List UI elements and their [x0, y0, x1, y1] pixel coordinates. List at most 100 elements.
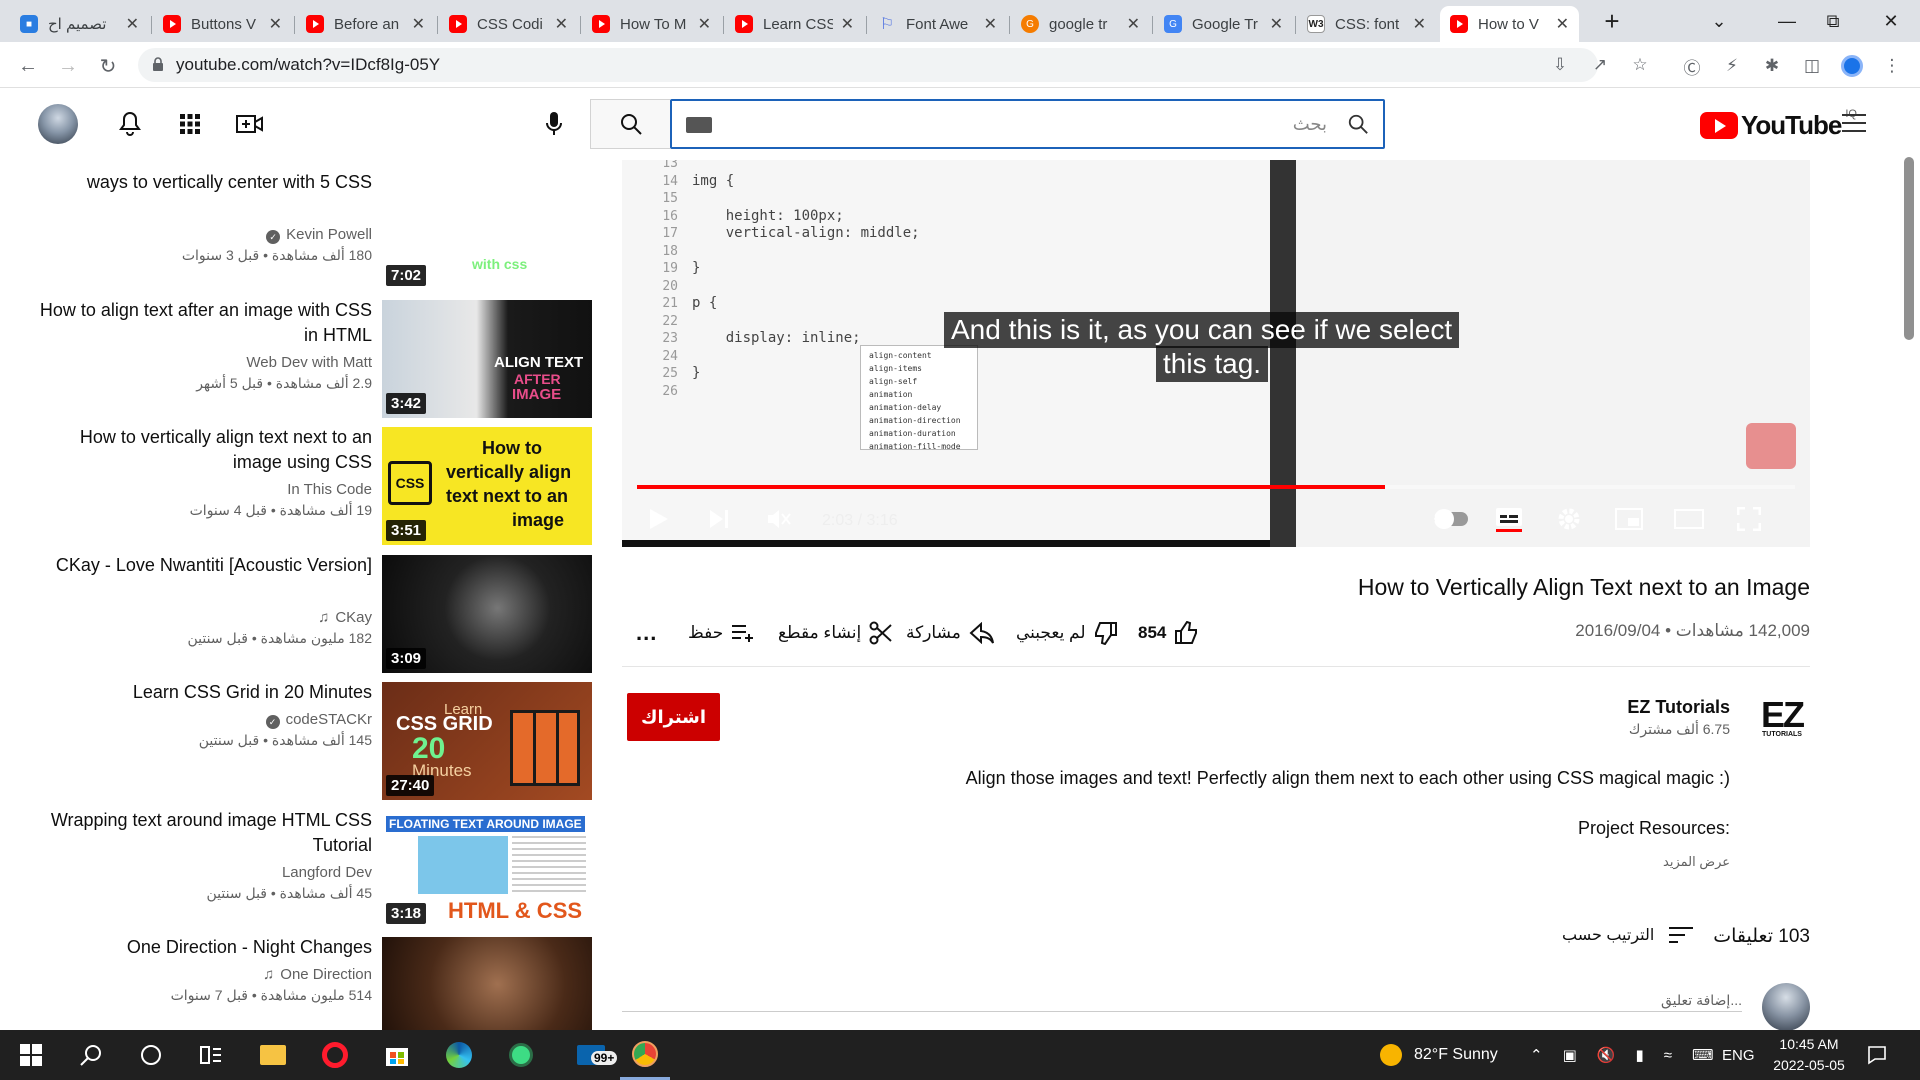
restore-icon[interactable]: ⧉ [1804, 0, 1862, 42]
browser-tab[interactable]: Buttons V ✕ [153, 6, 292, 42]
video-thumbnail[interactable]: How to vertically align text next to an ima… [382, 427, 592, 545]
mail-icon[interactable]: 99+ [566, 1030, 618, 1080]
recommended-video[interactable]: How to vertically align text next to an ima… [0, 415, 600, 545]
recommended-video[interactable]: Learn CSS GRID 20 Minutes 27:40 Learn CSS Gri… [0, 670, 600, 800]
tray-chevron-icon[interactable]: ⌃ [1530, 1046, 1543, 1064]
extensions-puzzle-icon[interactable]: ✱ [1760, 54, 1784, 78]
close-tab-icon[interactable]: ✕ [555, 14, 568, 34]
recommended-video[interactable]: center vertically with css 7:02 ways to vert… [0, 160, 600, 286]
channel-name[interactable]: Langford Dev [42, 864, 372, 881]
windows-start-icon[interactable] [6, 1030, 56, 1080]
account-avatar[interactable] [38, 104, 78, 144]
fullscreen-icon[interactable] [1732, 502, 1766, 536]
video-player[interactable]: 13 14 img {15 16 height: 100px; 17 vertical-… [622, 160, 1810, 547]
tray-device-icon[interactable]: ▣ [1563, 1046, 1577, 1064]
recommended-video-title[interactable]: How to align text after an image with CS… [32, 298, 372, 348]
progress-bar[interactable] [637, 485, 1795, 489]
notifications-icon[interactable] [1852, 1030, 1902, 1080]
video-thumbnail[interactable]: 3:09 [382, 554, 592, 673]
recommended-video-title[interactable]: Wrapping text around image HTML CSS Tuto… [32, 808, 372, 858]
theater-mode-icon[interactable] [1672, 502, 1706, 536]
taskbar-search-icon[interactable] [66, 1030, 116, 1080]
recommended-video[interactable]: FLOATING TEXT AROUND IMAGE HTML & CSS 3:18… [0, 798, 600, 928]
create-video-icon[interactable] [236, 110, 264, 138]
apps-grid-icon[interactable] [176, 110, 204, 138]
tab-search-icon[interactable]: ⌄ [1690, 0, 1748, 42]
channel-name[interactable]: ♫ CKay [42, 609, 372, 626]
channel-avatar[interactable]: EZ TUTORIALS [1755, 693, 1809, 743]
channel-name[interactable]: EZ Tutorials [1627, 697, 1730, 718]
side-panel-icon[interactable]: ◫ [1800, 54, 1824, 78]
close-tab-icon[interactable]: ✕ [1127, 14, 1140, 34]
recommended-video[interactable]: One Direction - Night Changes ♫ One Direct… [0, 925, 600, 1030]
close-tab-icon[interactable]: ✕ [698, 14, 711, 34]
channel-name[interactable]: ✓ codeSTACKr [42, 711, 372, 729]
android-studio-icon[interactable] [496, 1030, 546, 1080]
back-arrow-icon[interactable]: ← [14, 52, 42, 80]
extension-c-icon[interactable]: Ⓒ [1680, 54, 1704, 78]
subscribe-watermark-icon[interactable] [1746, 423, 1796, 469]
video-thumbnail[interactable]: ALIGN TEXT AFTER IMAGE 3:42 [382, 299, 592, 418]
search-button[interactable] [590, 99, 670, 149]
extension-bolt-icon[interactable]: ⚡ [1720, 54, 1744, 78]
keyboard-icon[interactable] [686, 117, 712, 133]
browser-tab[interactable]: G Google Tr ✕ [1154, 6, 1293, 42]
browser-tab[interactable]: Before an ✕ [296, 6, 435, 42]
bookmark-star-icon[interactable]: ☆ [1628, 53, 1652, 77]
video-thumbnail[interactable]: FLOATING TEXT AROUND IMAGE HTML & CSS 3:18 [382, 809, 592, 928]
close-window-icon[interactable]: ✕ [1862, 0, 1920, 42]
channel-name[interactable]: Web Dev with Matt [42, 354, 372, 371]
microphone-icon[interactable] [540, 110, 568, 138]
miniplayer-icon[interactable] [1612, 502, 1646, 536]
profile-icon[interactable] [1840, 54, 1864, 78]
subtitles-icon[interactable] [1492, 502, 1526, 536]
browser-tab[interactable]: How to V ✕ [1440, 6, 1579, 42]
close-tab-icon[interactable]: ✕ [269, 14, 282, 34]
video-thumbnail[interactable] [382, 937, 592, 1030]
guide-menu-icon[interactable] [1842, 114, 1866, 134]
muted-volume-icon[interactable] [762, 502, 796, 536]
youtube-logo[interactable]: YouTube IQ [1700, 108, 1857, 141]
show-more-link[interactable]: عرض المزيد [1663, 854, 1730, 870]
browser-tab[interactable]: How To M ✕ [582, 6, 721, 42]
file-explorer-icon[interactable] [248, 1030, 298, 1080]
recommended-video[interactable]: ALIGN TEXT AFTER IMAGE 3:42 How to align tex… [0, 288, 600, 418]
chrome-menu-icon[interactable]: ⋮ [1880, 54, 1904, 78]
edge-icon[interactable] [434, 1030, 484, 1080]
keyboard-tray-icon[interactable]: ⌨ [1692, 1046, 1714, 1064]
sort-comments-button[interactable]: الترتيب حسب [1562, 925, 1694, 945]
task-view-icon[interactable] [186, 1030, 236, 1080]
recommended-video-title[interactable]: One Direction - Night Changes [32, 935, 372, 960]
battery-icon[interactable]: ▮ [1635, 1046, 1643, 1064]
video-thumbnail[interactable]: Learn CSS GRID 20 Minutes 27:40 [382, 682, 592, 800]
close-tab-icon[interactable]: ✕ [984, 14, 997, 34]
close-tab-icon[interactable]: ✕ [841, 14, 854, 34]
channel-name[interactable]: In This Code [42, 481, 372, 498]
close-tab-icon[interactable]: ✕ [1270, 14, 1283, 34]
language-indicator[interactable]: ENG [1722, 1030, 1755, 1080]
recommended-video-title[interactable]: Learn CSS Grid in 20 Minutes [32, 680, 372, 705]
recommended-video-title[interactable]: How to vertically align text next to an … [32, 425, 372, 475]
channel-name[interactable]: ♫ One Direction [42, 966, 372, 983]
cortana-icon[interactable] [126, 1030, 176, 1080]
forward-arrow-icon[interactable]: → [54, 52, 82, 80]
store-icon[interactable] [372, 1030, 422, 1080]
wifi-icon[interactable]: ≈ [1664, 1047, 1672, 1064]
subscribe-button[interactable]: اشتراك [627, 693, 720, 741]
dislike-button[interactable]: لم يعجبني [1016, 616, 1118, 650]
recommended-video-title[interactable]: ways to vertically center with 5 CSS [32, 170, 372, 195]
opera-icon[interactable] [310, 1030, 360, 1080]
page-scrollbar[interactable] [1904, 157, 1914, 340]
add-comment-input[interactable]: إضافة تعليق... [622, 992, 1742, 1012]
taskbar-clock[interactable]: 10:45 AM 2022-05-05 [1764, 1034, 1854, 1076]
share-icon[interactable]: ↗ [1588, 53, 1612, 77]
like-button[interactable]: 854 [1138, 616, 1198, 650]
notifications-bell-icon[interactable] [116, 110, 144, 138]
next-icon[interactable] [702, 502, 736, 536]
recommended-video[interactable]: 3:09 CKay - Love Nwantiti [Acoustic Versi… [0, 543, 600, 673]
address-bar[interactable]: youtube.com/watch?v=IDcf8Ig-05Y ⇩ ↗ ☆ [138, 48, 1648, 82]
autoplay-toggle[interactable] [1434, 502, 1468, 536]
close-tab-icon[interactable]: ✕ [1413, 14, 1426, 34]
browser-tab[interactable]: Ggoogle tr ✕ [1011, 6, 1150, 42]
share-button[interactable]: مشاركة [906, 616, 995, 650]
